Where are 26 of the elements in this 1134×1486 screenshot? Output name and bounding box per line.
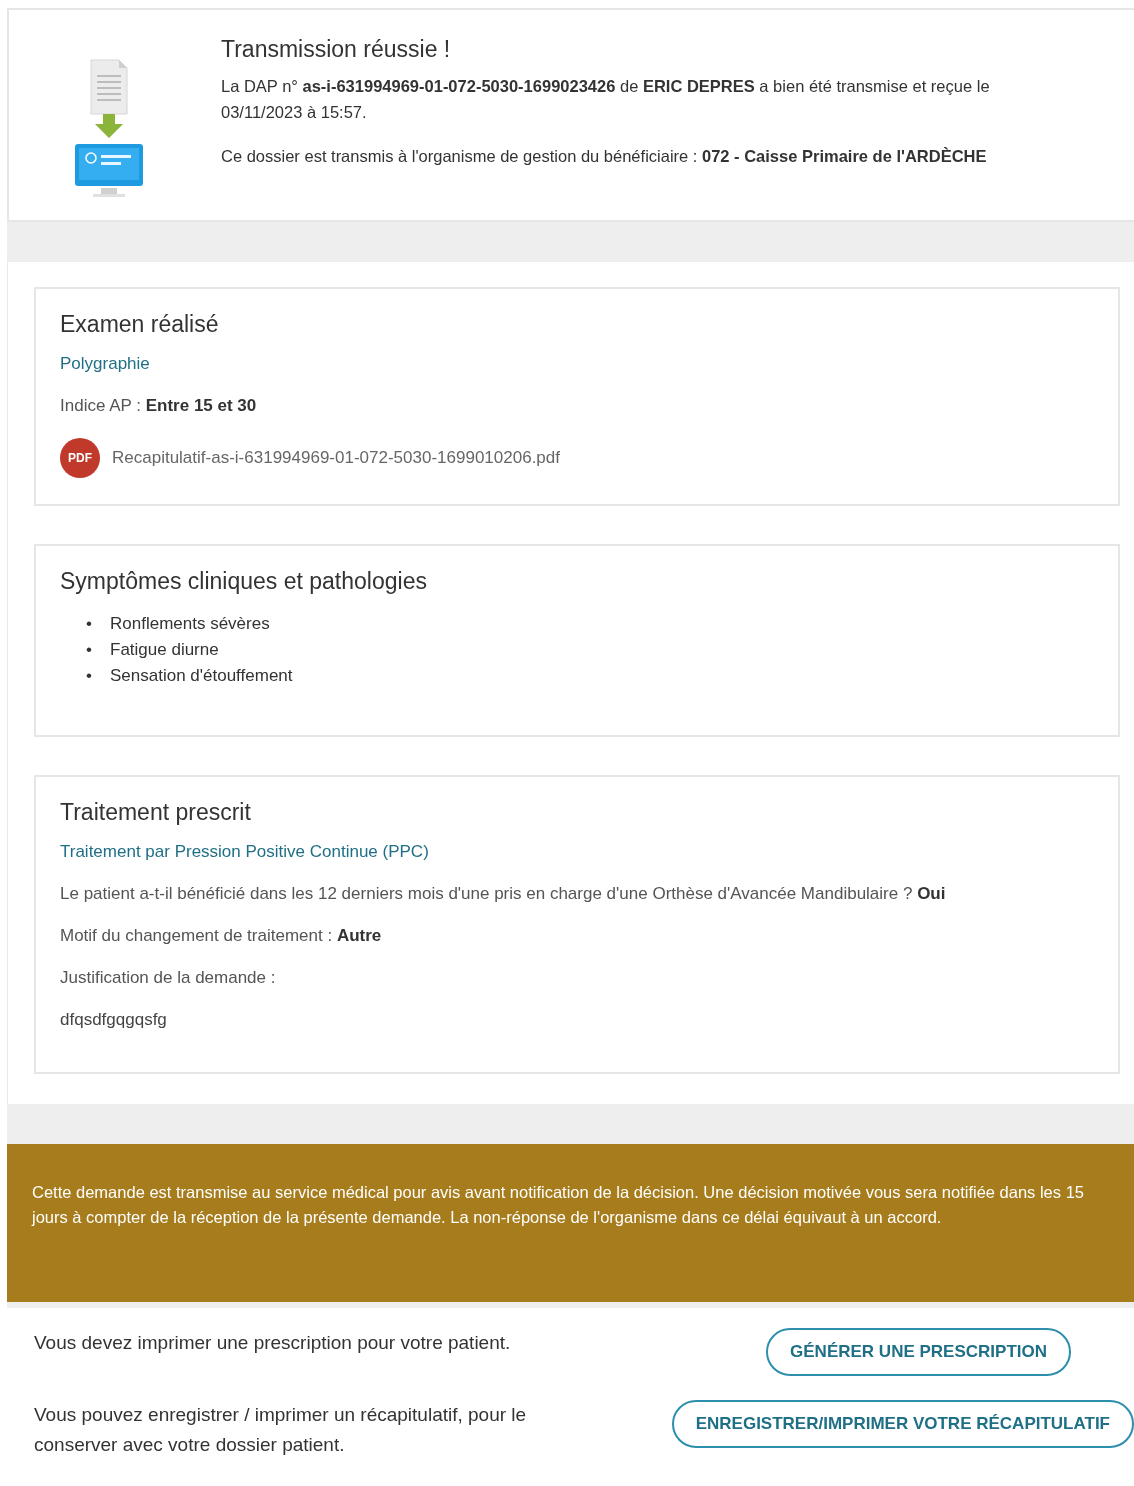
field-text: Justification de la demande : <box>60 968 277 988</box>
section-title: Traitement prescrit <box>60 799 252 826</box>
action-button[interactable]: ENREGISTRER/IMPRIMER VOTRE RÉCAPITULATIF <box>671 1400 1134 1448</box>
exam-type-text: Traitement par Pression Positive Continue (PPC) <box>60 842 430 862</box>
notice-text: Cette demande est transmise au service médical pour avis avant notification de la décision. Une décision motivée vous sera notifiée dans les 15 jours à compter de la réception de la présente demande. La non-réponse de l'organisme dans ce délai équivaut à un accord. <box>32 1182 1085 1228</box>
bullet-mark: • <box>86 639 93 661</box>
field-text: Motif du changement de traitement : Autre <box>60 926 383 946</box>
field-value: dfqsdfgqgqsfg <box>60 1010 168 1030</box>
action-text: Vous pouvez enregistrer / imprimer un récapitulatif, pour le conserver avec votre dossier patient. <box>34 1403 528 1457</box>
file-link[interactable]: Recapitulatif-as-i-631994969-01-072-5030-1699010206.pdf <box>112 448 560 468</box>
confirmation-message: La DAP n° as-i-631994969-01-072-5030-1699023426 de ERIC DEPRES a bien été transmise et reçue le 03/11/2023 à 15:57. <box>221 76 991 123</box>
bullet-mark: • <box>86 613 93 635</box>
section-title: Examen réalisé <box>60 311 220 338</box>
field-text: Indice AP : Entre 15 et 30 <box>60 396 258 416</box>
confirmation-title: Transmission réussie ! <box>221 36 452 63</box>
symptom-item: Sensation d'étouffement <box>110 665 293 687</box>
exam-type-text: Polygraphie <box>60 354 151 374</box>
field-text: Le patient a-t-il bénéficié dans les 12 derniers mois d'une pris en charge d'une Orthèse d'Avancée Mandibulaire ? Oui <box>60 884 947 904</box>
symptom-item: Ronflements sévères <box>110 613 270 635</box>
bullet-mark: • <box>86 665 93 687</box>
section-title: Symptômes cliniques et pathologies <box>60 568 428 595</box>
destination-text: Ce dossier est transmis à l'organisme de gestion du bénéficiaire : 072 - Caisse Primaire de l'ARDÈCHE <box>221 146 988 167</box>
pdf-icon: PDF <box>60 438 100 478</box>
symptom-item: Fatigue diurne <box>110 639 219 661</box>
action-button[interactable]: GÉNÉRER UNE PRESCRIPTION <box>766 1328 1071 1376</box>
action-text: Vous devez imprimer une prescription pour votre patient. <box>34 1331 512 1355</box>
